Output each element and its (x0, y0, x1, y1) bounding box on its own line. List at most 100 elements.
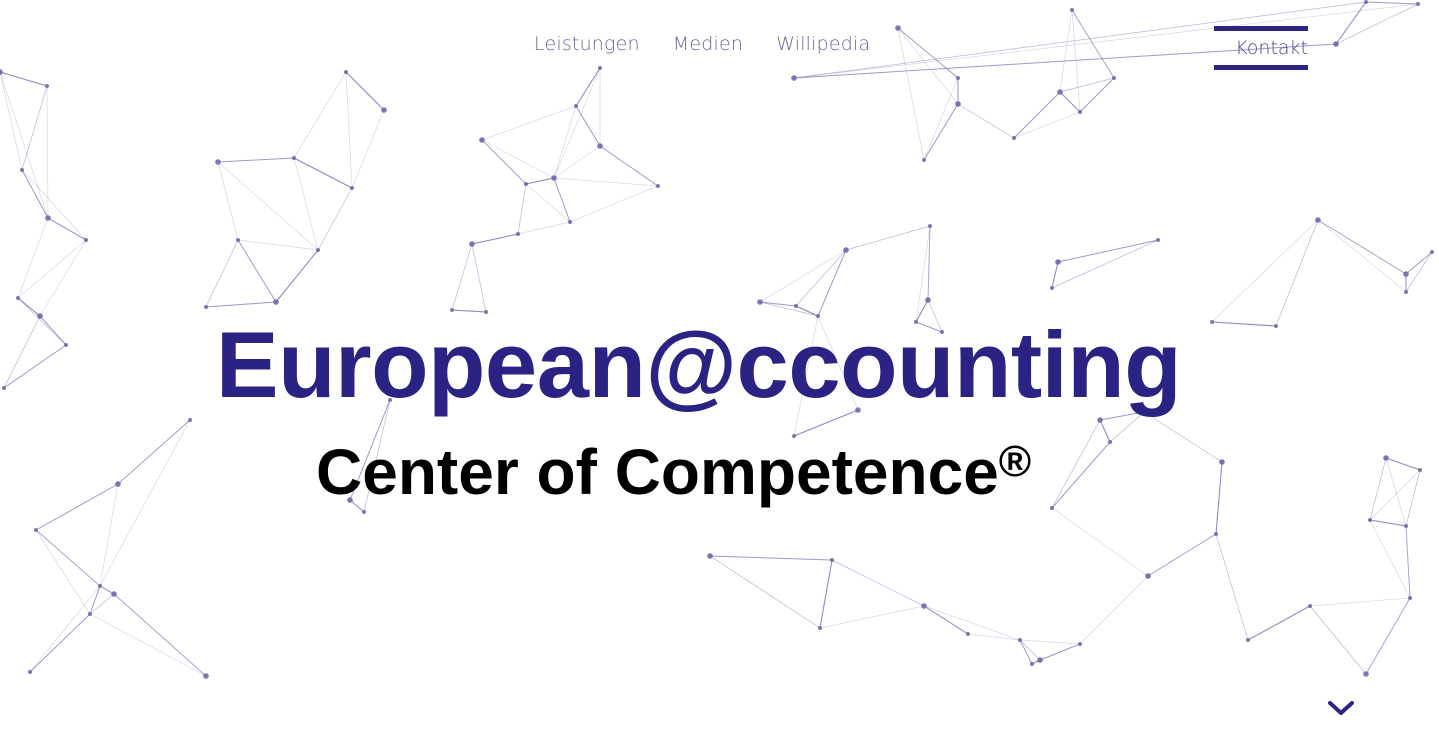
landing-page: Leistungen Medien Willipedia Kontakt Eur… (0, 0, 1439, 740)
network-node (316, 248, 320, 252)
network-node (273, 299, 279, 305)
network-node (843, 247, 849, 253)
network-line (471, 233, 519, 245)
network-line (1369, 469, 1421, 521)
network-line (1051, 419, 1101, 509)
network-node (921, 603, 927, 609)
network-node (1156, 238, 1160, 242)
network-line (525, 177, 555, 185)
network-line (99, 419, 191, 587)
nav-item-leistungen[interactable]: Leistungen (534, 33, 640, 55)
network-line (21, 85, 48, 171)
network-node (818, 626, 822, 630)
network-line (1365, 1, 1419, 5)
network-line (293, 157, 319, 251)
network-line (1013, 111, 1081, 139)
network-node (1383, 455, 1389, 461)
network-line (345, 71, 385, 111)
network-line (923, 605, 1021, 641)
network-line (1405, 251, 1433, 293)
network-node (524, 182, 528, 186)
network-node (551, 175, 557, 181)
network-line (1019, 639, 1033, 665)
network-line (99, 483, 119, 587)
network-line (1019, 639, 1041, 661)
network-line (1211, 219, 1319, 323)
network-node (1097, 417, 1103, 423)
network-line (1405, 525, 1411, 599)
network-line (923, 77, 959, 161)
network-line (575, 105, 601, 147)
network-line (293, 71, 347, 159)
network-line (1215, 461, 1223, 535)
network-node (1368, 518, 1372, 522)
network-node (16, 296, 20, 300)
network-line (217, 161, 319, 251)
network-line (1335, 3, 1419, 45)
network-node (1364, 0, 1368, 4)
network-line (923, 103, 959, 161)
network-line (275, 249, 319, 303)
network-line (481, 139, 527, 185)
network-node (236, 238, 240, 242)
network-line (845, 225, 931, 251)
network-line (351, 109, 385, 189)
network-line (759, 249, 847, 303)
network-node (1219, 459, 1225, 465)
network-line (1057, 239, 1159, 263)
network-line (553, 67, 601, 179)
network-node (1214, 532, 1218, 536)
nav-item-willipedia[interactable]: Willipedia (776, 33, 870, 55)
network-node (115, 481, 121, 487)
network-node (922, 158, 926, 162)
network-node (1012, 136, 1016, 140)
network-node (203, 673, 209, 679)
network-node (757, 299, 763, 305)
network-line (1051, 239, 1159, 289)
network-node (955, 101, 961, 107)
network-line (1385, 457, 1407, 527)
network-line (915, 225, 931, 323)
network-node (1145, 573, 1151, 579)
nav-item-medien[interactable]: Medien (673, 33, 743, 55)
network-line (237, 239, 277, 303)
network-node (791, 75, 797, 81)
network-line (1405, 251, 1433, 275)
contact-button[interactable]: Kontakt (1214, 26, 1308, 70)
network-line (1309, 605, 1367, 675)
network-line (1079, 575, 1149, 645)
network-line (709, 555, 821, 629)
network-node (215, 159, 221, 165)
network-node (111, 591, 117, 597)
network-line (117, 419, 191, 485)
network-node (1403, 271, 1409, 277)
network-node (204, 305, 208, 309)
network-line (17, 297, 41, 317)
network-line (517, 183, 527, 235)
network-line (39, 239, 87, 317)
network-line (1215, 533, 1249, 641)
network-line (1099, 419, 1111, 443)
network-line (481, 105, 577, 141)
network-line (1365, 597, 1411, 675)
network-node (469, 241, 475, 247)
network-node (1078, 110, 1082, 114)
network-line (471, 243, 487, 313)
network-line (897, 27, 925, 161)
network-line (569, 185, 659, 223)
network-node (928, 224, 932, 228)
network-line (47, 217, 87, 241)
network-node (45, 215, 51, 221)
network-line (923, 605, 969, 635)
network-node (1430, 250, 1434, 254)
network-line (1059, 9, 1073, 93)
network-line (795, 249, 847, 307)
network-line (957, 103, 1015, 139)
network-line (1051, 261, 1059, 289)
network-line (1051, 441, 1111, 509)
network-node (516, 232, 520, 236)
network-line (89, 613, 207, 677)
scroll-down-button[interactable] (1327, 698, 1355, 718)
network-line (1059, 91, 1081, 113)
network-node (597, 143, 603, 149)
